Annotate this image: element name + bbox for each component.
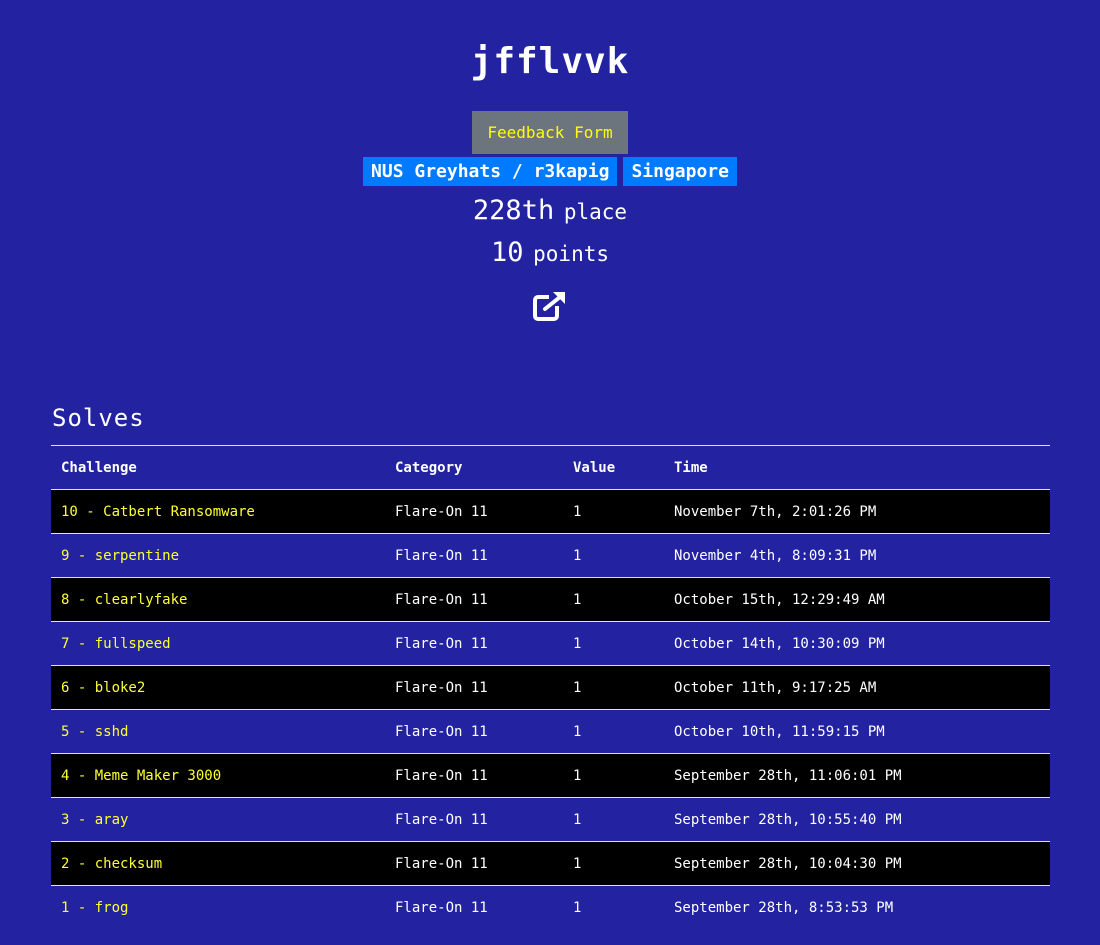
value-cell: 1 xyxy=(563,797,664,842)
header-challenge: Challenge xyxy=(51,445,385,490)
points-value: 10 xyxy=(490,237,524,268)
time-cell: October 10th, 11:59:15 PM xyxy=(664,709,1050,754)
table-row: 7 - fullspeed Flare-On 11 1 October 14th… xyxy=(51,621,1050,666)
challenge-link[interactable]: 4 - Meme Maker 3000 xyxy=(61,768,221,784)
place-value: 228th xyxy=(472,195,555,226)
points-unit: points xyxy=(533,242,609,266)
challenge-link[interactable]: 9 - serpentine xyxy=(61,548,179,564)
header-category: Category xyxy=(385,445,563,490)
table-row: 4 - Meme Maker 3000 Flare-On 11 1 Septem… xyxy=(51,753,1050,798)
table-row: 3 - aray Flare-On 11 1 September 28th, 1… xyxy=(51,797,1050,842)
challenge-link[interactable]: 7 - fullspeed xyxy=(61,636,171,652)
category-cell: Flare-On 11 xyxy=(385,665,563,710)
challenge-link[interactable]: 1 - frog xyxy=(61,900,128,916)
category-cell: Flare-On 11 xyxy=(385,885,563,929)
time-cell: September 28th, 8:53:53 PM xyxy=(664,885,1050,929)
time-cell: September 28th, 11:06:01 PM xyxy=(664,753,1050,798)
solves-table: Challenge Category Value Time 10 - Catbe… xyxy=(51,445,1050,929)
challenge-link[interactable]: 5 - sshd xyxy=(61,724,128,740)
table-row: 5 - sshd Flare-On 11 1 October 10th, 11:… xyxy=(51,709,1050,754)
value-cell: 1 xyxy=(563,885,664,929)
category-cell: Flare-On 11 xyxy=(385,577,563,622)
challenge-link[interactable]: 8 - clearlyfake xyxy=(61,592,187,608)
header-value: Value xyxy=(563,445,664,490)
value-cell: 1 xyxy=(563,841,664,886)
table-row: 8 - clearlyfake Flare-On 11 1 October 15… xyxy=(51,577,1050,622)
category-cell: Flare-On 11 xyxy=(385,753,563,798)
feedback-form-button[interactable]: Feedback Form xyxy=(472,111,628,154)
category-cell: Flare-On 11 xyxy=(385,489,563,534)
time-cell: October 11th, 9:17:25 AM xyxy=(664,665,1050,710)
badge-row: NUS Greyhats / r3kapig Singapore xyxy=(0,157,1100,186)
country-badge: Singapore xyxy=(623,157,737,186)
category-cell: Flare-On 11 xyxy=(385,841,563,886)
value-cell: 1 xyxy=(563,665,664,710)
user-name: jfflvvk xyxy=(470,41,630,82)
place-unit: place xyxy=(563,200,628,224)
time-cell: September 28th, 10:55:40 PM xyxy=(664,797,1050,842)
time-cell: November 4th, 8:09:31 PM xyxy=(664,533,1050,578)
category-cell: Flare-On 11 xyxy=(385,709,563,754)
value-cell: 1 xyxy=(563,709,664,754)
points-stat: 10 points xyxy=(0,236,1100,270)
table-header-row: Challenge Category Value Time xyxy=(51,445,1050,490)
challenge-link[interactable]: 10 - Catbert Ransomware xyxy=(61,504,255,520)
table-row: 10 - Catbert Ransomware Flare-On 11 1 No… xyxy=(51,489,1050,534)
value-cell: 1 xyxy=(563,533,664,578)
challenge-link[interactable]: 6 - bloke2 xyxy=(61,680,145,696)
team-badge[interactable]: NUS Greyhats / r3kapig xyxy=(363,157,618,186)
value-cell: 1 xyxy=(563,621,664,666)
header-time: Time xyxy=(664,445,1050,490)
time-cell: September 28th, 10:04:30 PM xyxy=(664,841,1050,886)
challenge-link[interactable]: 3 - aray xyxy=(61,812,128,828)
solves-title: Solves xyxy=(52,404,145,432)
category-cell: Flare-On 11 xyxy=(385,533,563,578)
table-row: 6 - bloke2 Flare-On 11 1 October 11th, 9… xyxy=(51,665,1050,710)
value-cell: 1 xyxy=(563,753,664,798)
value-cell: 1 xyxy=(563,577,664,622)
time-cell: November 7th, 2:01:26 PM xyxy=(664,489,1050,534)
time-cell: October 14th, 10:30:09 PM xyxy=(664,621,1050,666)
user-header: jfflvvk Feedback Form NUS Greyhats / r3k… xyxy=(0,0,1100,327)
challenge-link[interactable]: 2 - checksum xyxy=(61,856,162,872)
table-row: 9 - serpentine Flare-On 11 1 November 4t… xyxy=(51,533,1050,578)
external-link-icon[interactable] xyxy=(532,289,568,323)
category-cell: Flare-On 11 xyxy=(385,621,563,666)
table-row: 2 - checksum Flare-On 11 1 September 28t… xyxy=(51,841,1050,886)
table-row: 1 - frog Flare-On 11 1 September 28th, 8… xyxy=(51,885,1050,929)
time-cell: October 15th, 12:29:49 AM xyxy=(664,577,1050,622)
place-stat: 228th place xyxy=(0,194,1100,228)
category-cell: Flare-On 11 xyxy=(385,797,563,842)
value-cell: 1 xyxy=(563,489,664,534)
